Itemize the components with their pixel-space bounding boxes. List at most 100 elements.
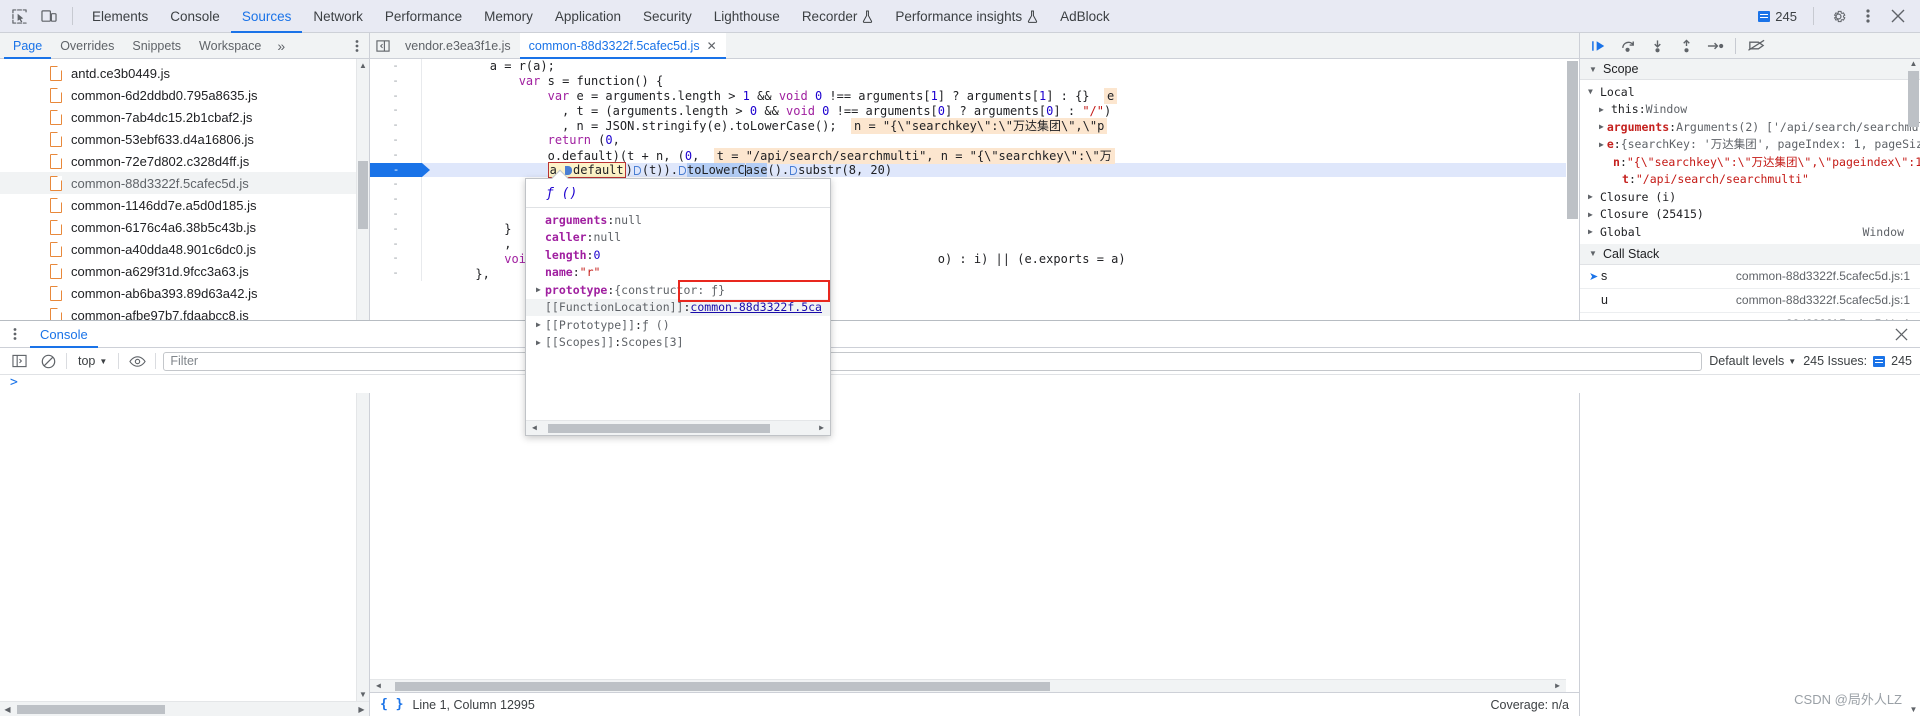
- line-number-gutter[interactable]: -: [370, 118, 422, 133]
- popover-property-row[interactable]: length: 0: [526, 246, 830, 264]
- hscrollbar-thumb[interactable]: [17, 705, 165, 714]
- scope-row[interactable]: ▶ arguments: Arguments(2) ['/api/search/s…: [1580, 118, 1920, 136]
- console-prompt[interactable]: >: [0, 375, 1920, 394]
- console-issues-indicator[interactable]: 245 Issues: 245: [1803, 354, 1912, 368]
- navigator-tab-snippets[interactable]: Snippets: [123, 33, 190, 59]
- step-over-icon[interactable]: [1615, 35, 1641, 57]
- console-filter-input[interactable]: [163, 351, 1703, 371]
- execution-context-selector[interactable]: top ▼: [74, 354, 111, 368]
- line-number-gutter[interactable]: -: [370, 251, 422, 267]
- tab-lighthouse[interactable]: Lighthouse: [703, 0, 791, 33]
- editor-tab[interactable]: vendor.e3ea3f1e.js: [396, 33, 520, 59]
- deactivate-breakpoints-icon[interactable]: [1743, 35, 1769, 57]
- tab-network[interactable]: Network: [302, 0, 374, 33]
- log-levels-selector[interactable]: Default levels ▼: [1709, 354, 1796, 368]
- step-icon[interactable]: [1702, 35, 1728, 57]
- scope-row[interactable]: n: "{\"searchkey\":\"万达集团\",\"pageindex\…: [1580, 153, 1920, 171]
- chevron-down-icon[interactable]: ▼: [1588, 87, 1597, 96]
- issues-counter[interactable]: 245: [1752, 9, 1803, 24]
- line-number-gutter[interactable]: -: [370, 59, 422, 74]
- step-into-icon[interactable]: [1644, 35, 1670, 57]
- popover-hscroll-right-icon[interactable]: ▶: [819, 423, 824, 432]
- callstack-row[interactable]: u common-88d3322f.5cafec5d.js:1: [1580, 289, 1920, 313]
- pretty-print-icon[interactable]: { }: [380, 697, 403, 712]
- editor-vscroll-thumb[interactable]: [1567, 61, 1578, 219]
- file-list-item[interactable]: common-7ab4dc15.2b1cbaf2.js: [0, 106, 369, 128]
- tab-sources[interactable]: Sources: [231, 0, 303, 33]
- drawer-options-icon[interactable]: [0, 327, 30, 341]
- navigator-tab-overrides[interactable]: Overrides: [51, 33, 123, 59]
- file-list-item[interactable]: common-ab6ba393.89d63a42.js: [0, 282, 369, 304]
- scope-row[interactable]: t: "/api/search/searchmulti": [1580, 171, 1920, 189]
- editor-hscroll-thumb[interactable]: [395, 682, 1050, 691]
- popover-property-row[interactable]: ▶ [[Prototype]]: ƒ (): [526, 316, 830, 334]
- gear-icon[interactable]: [1824, 2, 1852, 30]
- inspect-icon[interactable]: [4, 2, 34, 30]
- code-line[interactable]: - a = r(a);: [370, 59, 1579, 74]
- file-list-hscrollbar[interactable]: ◀ ▶: [0, 701, 369, 716]
- file-list-item[interactable]: common-a629f31d.9fcc3a63.js: [0, 260, 369, 282]
- scope-section-header[interactable]: ▼ Scope: [1580, 59, 1920, 80]
- navigator-more-tabs[interactable]: »: [270, 38, 292, 54]
- chevron-right-icon[interactable]: ▶: [1588, 210, 1597, 219]
- editor-hscroll-left-icon[interactable]: ◀: [376, 681, 381, 690]
- line-number-gutter[interactable]: -: [370, 103, 422, 119]
- code-line[interactable]: - return (0,: [370, 132, 1579, 148]
- navigator-tab-workspace[interactable]: Workspace: [190, 33, 270, 59]
- popover-property-row[interactable]: [[FunctionLocation]]: common-88d3322f.5c…: [526, 298, 830, 316]
- navigator-tab-page[interactable]: Page: [4, 33, 51, 59]
- chevron-right-icon[interactable]: ▶: [1599, 140, 1604, 149]
- callstack-row[interactable]: ➤ s common-88d3322f.5cafec5d.js:1: [1580, 265, 1920, 289]
- file-list-item[interactable]: common-88d3322f.5cafec5d.js: [0, 172, 369, 194]
- chevron-right-icon[interactable]: ▶: [1588, 227, 1597, 236]
- popover-hscroll-thumb[interactable]: [548, 424, 770, 433]
- drawer-close-icon[interactable]: [1895, 327, 1908, 341]
- popover-hscroll-left-icon[interactable]: ◀: [532, 423, 537, 432]
- dbg-scrollbar-thumb[interactable]: [1908, 71, 1919, 127]
- chevron-right-icon[interactable]: ▶: [1599, 105, 1608, 114]
- popover-property-row[interactable]: ▶ prototype: {constructor: ƒ}: [526, 281, 830, 299]
- code-line[interactable]: - o.default)(t + n, (0, t = "/api/search…: [370, 147, 1579, 164]
- live-expression-eye-icon[interactable]: [126, 350, 148, 372]
- line-number-gutter[interactable]: -: [370, 206, 422, 222]
- scope-row[interactable]: ▶ Closure (i): [1580, 188, 1920, 206]
- popover-property-row[interactable]: ▶ [[Scopes]]: Scopes[3]: [526, 334, 830, 352]
- navigator-options-icon[interactable]: [355, 39, 359, 53]
- tab-application[interactable]: Application: [544, 0, 632, 33]
- code-line[interactable]: - , t = (arguments.length > 0 && void 0 …: [370, 103, 1579, 119]
- popover-property-row[interactable]: arguments: null: [526, 211, 830, 229]
- resume-script-icon[interactable]: [1586, 35, 1612, 57]
- popover-property-row[interactable]: name: "r": [526, 264, 830, 282]
- line-number-gutter[interactable]: -: [370, 162, 430, 178]
- scrollbar-thumb[interactable]: [358, 161, 368, 229]
- line-number-gutter[interactable]: -: [370, 177, 422, 193]
- line-number-gutter[interactable]: -: [370, 221, 422, 237]
- hscroll-right-icon[interactable]: ▶: [354, 705, 369, 714]
- code-line[interactable]: - , n = JSON.stringify(e).toLowerCase();…: [370, 118, 1579, 135]
- editor-hscrollbar[interactable]: ◀ ▶: [370, 679, 1566, 692]
- tab-performance[interactable]: Performance: [374, 0, 473, 33]
- property-value[interactable]: common-88d3322f.5ca: [690, 300, 822, 314]
- file-list-item[interactable]: common-a40dda48.901c6dc0.js: [0, 238, 369, 260]
- file-list-item[interactable]: common-6d2ddbd0.795a8635.js: [0, 84, 369, 106]
- editor-hscroll-right-icon[interactable]: ▶: [1555, 681, 1560, 690]
- popover-hscrollbar[interactable]: ◀ ▶: [526, 420, 830, 435]
- chevron-right-icon[interactable]: ▶: [536, 320, 545, 329]
- step-out-icon[interactable]: [1673, 35, 1699, 57]
- chevron-right-icon[interactable]: ▶: [1588, 192, 1597, 201]
- editor-tab[interactable]: common-88d3322f.5cafec5d.js ✕: [519, 32, 726, 59]
- code-line[interactable]: - var s = function() {: [370, 73, 1579, 89]
- close-icon[interactable]: [1884, 2, 1912, 30]
- scope-row[interactable]: ▼ Local: [1580, 83, 1920, 101]
- close-tab-icon[interactable]: ✕: [707, 33, 717, 59]
- scope-row[interactable]: ▶ e: {searchKey: '万达集团', pageIndex: 1, pa…: [1580, 136, 1920, 154]
- show-navigator-icon[interactable]: [370, 33, 396, 59]
- file-list-item[interactable]: common-53ebf633.d4a16806.js: [0, 128, 369, 150]
- hscroll-left-icon[interactable]: ◀: [0, 705, 15, 714]
- file-list-item[interactable]: common-6176c4a6.38b5c43b.js: [0, 216, 369, 238]
- scroll-down-icon[interactable]: ▼: [357, 688, 369, 701]
- line-number-gutter[interactable]: -: [370, 73, 422, 89]
- scope-row[interactable]: ▶ Global Window: [1580, 223, 1920, 241]
- file-list-item[interactable]: common-1146dd7e.a5d0d185.js: [0, 194, 369, 216]
- chevron-right-icon[interactable]: ▶: [536, 338, 545, 347]
